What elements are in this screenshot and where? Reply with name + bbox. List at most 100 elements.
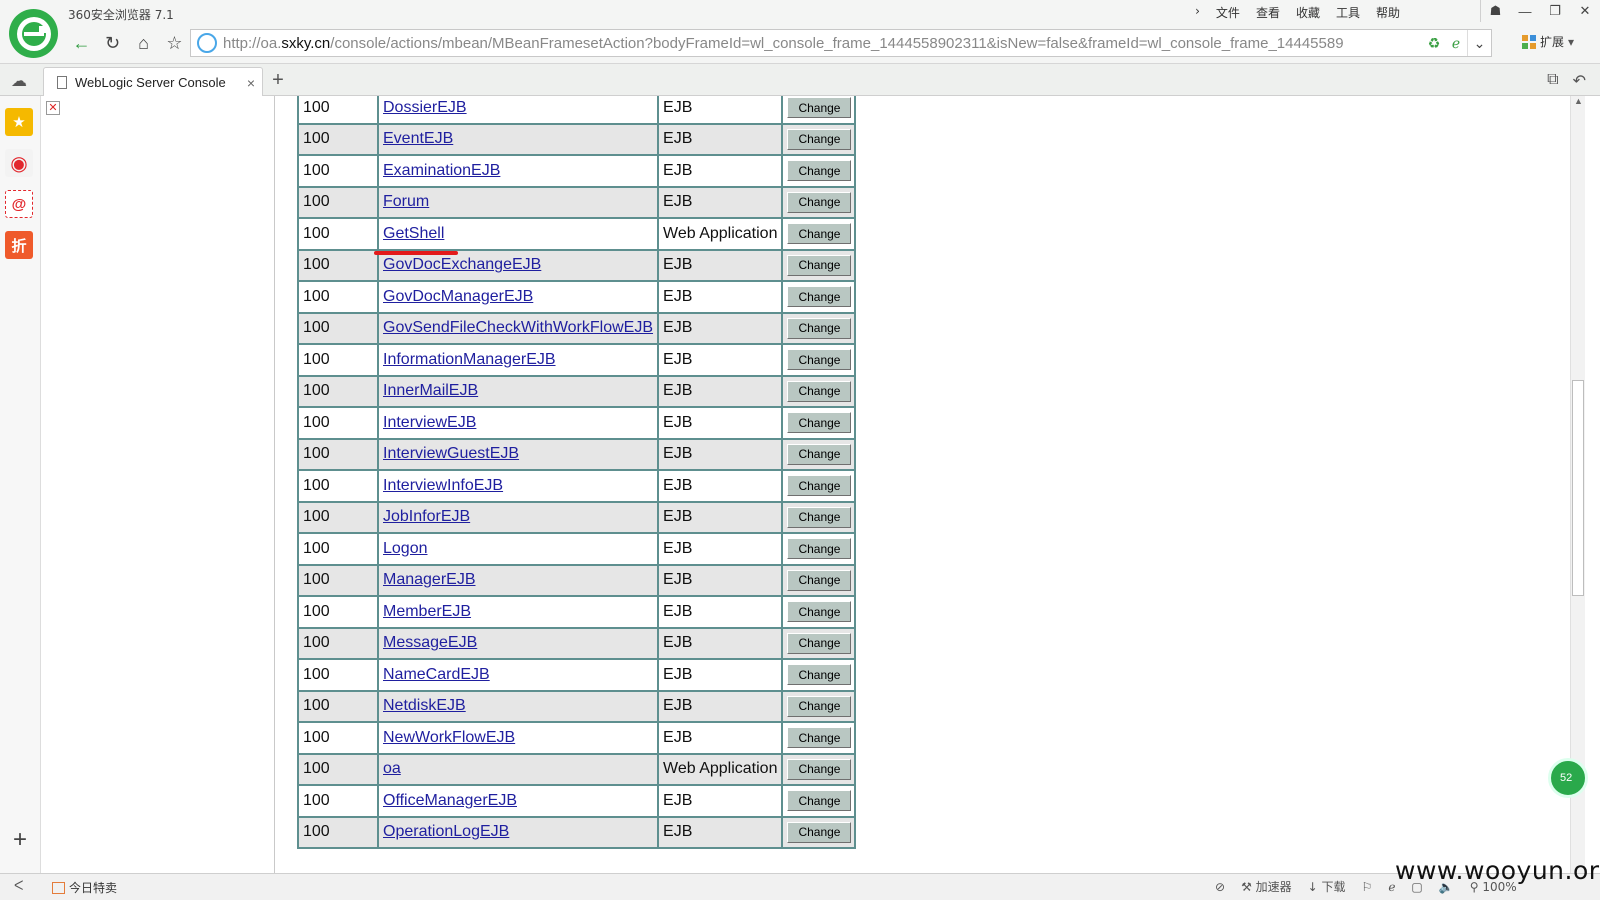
change-button[interactable]: Change bbox=[787, 569, 852, 591]
change-button[interactable]: Change bbox=[787, 506, 852, 528]
menu-item-file[interactable]: 文件 bbox=[1216, 4, 1240, 21]
extensions-button[interactable]: 扩展 ▾ bbox=[1522, 33, 1574, 50]
application-link[interactable]: oa bbox=[383, 760, 401, 777]
target-count-cell: 100 bbox=[297, 437, 379, 471]
add-sidebar-item-icon[interactable]: + bbox=[9, 828, 31, 852]
change-button[interactable]: Change bbox=[787, 695, 852, 717]
change-button[interactable]: Change bbox=[787, 254, 852, 276]
security-shield-icon[interactable]: ⊘ bbox=[1215, 880, 1225, 894]
change-button[interactable]: Change bbox=[787, 128, 852, 150]
menu-item-help[interactable]: 帮助 bbox=[1376, 4, 1400, 21]
chevron-down-icon[interactable]: ⌄ bbox=[1467, 30, 1491, 56]
flag-icon[interactable]: ⚐ bbox=[1362, 880, 1373, 894]
undo-close-tab-icon[interactable]: ↶ bbox=[1573, 71, 1586, 91]
notification-badge[interactable]: 52 bbox=[1548, 758, 1588, 798]
application-type-cell: EJB bbox=[657, 122, 784, 156]
download-button[interactable]: ↓ 下载 bbox=[1308, 878, 1346, 895]
change-button[interactable]: Change bbox=[787, 160, 852, 182]
accelerator-button[interactable]: ⚒ 加速器 bbox=[1241, 878, 1292, 895]
collapse-sidebar-icon[interactable]: ᐸ bbox=[14, 879, 23, 894]
application-link[interactable]: GetShell bbox=[383, 225, 444, 242]
application-link[interactable]: ExaminationEJB bbox=[383, 162, 500, 179]
menu-item-favorites[interactable]: 收藏 bbox=[1296, 4, 1320, 21]
menu-chevron-icon[interactable]: › bbox=[1195, 4, 1200, 21]
change-button[interactable]: Change bbox=[787, 758, 852, 780]
application-link[interactable]: JobInforEJB bbox=[383, 508, 470, 525]
vertical-scrollbar[interactable]: ▲ bbox=[1570, 96, 1585, 873]
application-link[interactable]: InterviewInfoEJB bbox=[383, 477, 503, 494]
refresh-icon[interactable]: ↻ bbox=[97, 30, 128, 56]
application-link[interactable]: GovSendFileCheckWithWorkFlowEJB bbox=[383, 319, 653, 336]
change-button[interactable]: Change bbox=[787, 97, 852, 119]
change-button[interactable]: Change bbox=[787, 538, 852, 560]
application-link[interactable]: Forum bbox=[383, 193, 429, 210]
tab-list-icon[interactable]: ⧉ bbox=[1547, 71, 1558, 91]
application-link[interactable]: OfficeManagerEJB bbox=[383, 792, 517, 809]
ie-mode-icon[interactable]: ℯ bbox=[1445, 30, 1467, 56]
application-link[interactable]: ManagerEJB bbox=[383, 571, 476, 588]
application-link[interactable]: InformationManagerEJB bbox=[383, 351, 556, 368]
application-link[interactable]: InnerMailEJB bbox=[383, 382, 478, 399]
menu-item-tools[interactable]: 工具 bbox=[1336, 4, 1360, 21]
change-button[interactable]: Change bbox=[787, 632, 852, 654]
application-link[interactable]: DossierEJB bbox=[383, 99, 467, 116]
table-row: 100 InformationManagerEJB EJB Change bbox=[297, 343, 857, 377]
application-link[interactable]: GovDocManagerEJB bbox=[383, 288, 533, 305]
close-window-button[interactable]: ✕ bbox=[1570, 0, 1600, 22]
application-link[interactable]: InterviewEJB bbox=[383, 414, 476, 431]
application-link[interactable]: NewWorkFlowEJB bbox=[383, 729, 515, 746]
tab-close-icon[interactable]: × bbox=[240, 75, 262, 91]
deals-icon[interactable]: 折 bbox=[5, 231, 33, 259]
scrollbar-thumb[interactable] bbox=[1572, 380, 1584, 596]
deals-link[interactable]: 今日特卖 bbox=[52, 879, 117, 896]
change-button[interactable]: Change bbox=[787, 443, 852, 465]
application-link[interactable]: EventEJB bbox=[383, 130, 453, 147]
skin-icon[interactable]: ☗ bbox=[1480, 0, 1510, 22]
application-link[interactable]: OperationLogEJB bbox=[383, 823, 509, 840]
new-tab-button[interactable]: + bbox=[268, 70, 288, 90]
bookmark-star-icon[interactable]: ☆ bbox=[159, 30, 190, 56]
application-link[interactable]: GovDocExchangeEJB bbox=[383, 256, 541, 273]
change-button[interactable]: Change bbox=[787, 286, 852, 308]
change-button[interactable]: Change bbox=[787, 790, 852, 812]
change-button[interactable]: Change bbox=[787, 727, 852, 749]
change-button[interactable]: Change bbox=[787, 349, 852, 371]
cloud-sync-icon[interactable]: ☁ bbox=[11, 71, 31, 90]
mail-icon[interactable]: @ bbox=[5, 190, 33, 218]
minimize-button[interactable]: — bbox=[1510, 0, 1540, 22]
application-link[interactable]: MemberEJB bbox=[383, 603, 471, 620]
change-button[interactable]: Change bbox=[787, 191, 852, 213]
scroll-up-arrow-icon[interactable]: ▲ bbox=[1574, 96, 1583, 106]
application-name-cell: Forum bbox=[376, 185, 660, 219]
change-button[interactable]: Change bbox=[787, 317, 852, 339]
url-text[interactable]: http://oa.sxky.cn/console/actions/mbean/… bbox=[223, 35, 1438, 52]
application-type-cell: EJB bbox=[657, 784, 784, 818]
deployments-table: 100 DossierEJB EJB Change 100 EventEJB EJB Chan… bbox=[297, 96, 857, 849]
url-rest: /console/actions/mbean/MBeanFramesetActi… bbox=[330, 34, 1344, 52]
application-link[interactable]: InterviewGuestEJB bbox=[383, 445, 519, 462]
change-button[interactable]: Change bbox=[787, 664, 852, 686]
application-link[interactable]: NameCardEJB bbox=[383, 666, 490, 683]
application-type-cell: EJB bbox=[657, 500, 784, 534]
weibo-icon[interactable]: ◉ bbox=[5, 149, 33, 177]
application-link[interactable]: Logon bbox=[383, 540, 428, 557]
maximize-button[interactable]: ❐ bbox=[1540, 0, 1570, 22]
application-link[interactable]: MessageEJB bbox=[383, 634, 477, 651]
home-icon[interactable]: ⌂ bbox=[128, 30, 159, 56]
application-link[interactable]: NetdiskEJB bbox=[383, 697, 466, 714]
back-arrow-icon[interactable]: ← bbox=[66, 30, 97, 56]
target-count-cell: 100 bbox=[297, 500, 379, 534]
change-button[interactable]: Change bbox=[787, 601, 852, 623]
change-button[interactable]: Change bbox=[787, 412, 852, 434]
address-bar[interactable]: http://oa.sxky.cn/console/actions/mbean/… bbox=[190, 29, 1492, 57]
tab-weblogic-console[interactable]: WebLogic Server Console × bbox=[43, 67, 263, 97]
change-button[interactable]: Change bbox=[787, 475, 852, 497]
table-row: 100 NameCardEJB EJB Change bbox=[297, 658, 857, 692]
recycle-icon[interactable]: ♻ bbox=[1423, 30, 1445, 56]
change-button[interactable]: Change bbox=[787, 380, 852, 402]
menu-item-view[interactable]: 查看 bbox=[1256, 4, 1280, 21]
favorites-star-icon[interactable]: ★ bbox=[5, 108, 33, 136]
change-button[interactable]: Change bbox=[787, 821, 852, 843]
application-type-cell: EJB bbox=[657, 248, 784, 282]
change-button[interactable]: Change bbox=[787, 223, 852, 245]
